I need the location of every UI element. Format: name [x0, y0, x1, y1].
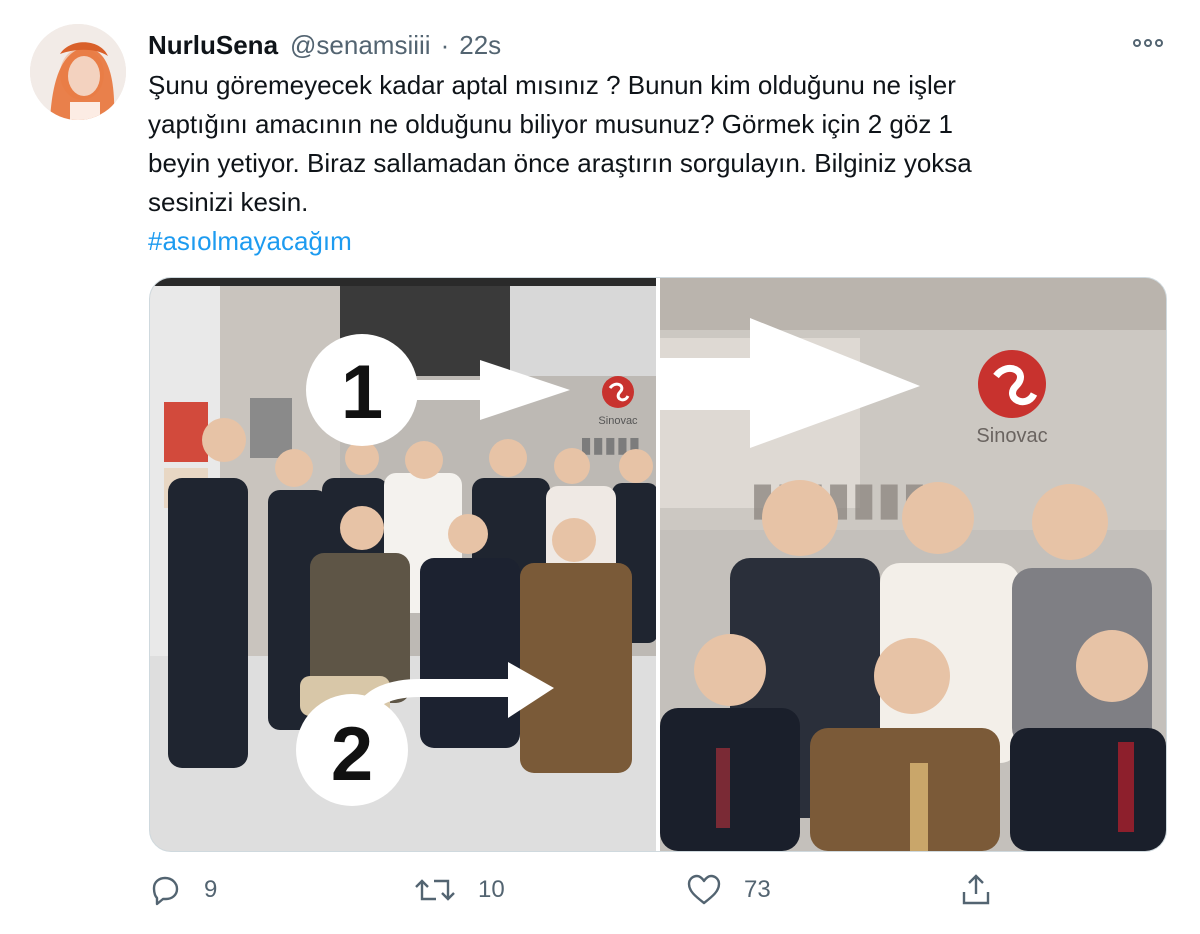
tweet-actions: 9 10 73 — [148, 866, 1158, 914]
display-name[interactable]: NurluSena — [148, 30, 278, 61]
reply-count: 9 — [204, 876, 218, 903]
like-count: 73 — [744, 876, 771, 903]
share-button[interactable] — [958, 866, 994, 914]
reply-button[interactable]: 9 — [148, 866, 217, 914]
like-button[interactable]: 73 — [686, 866, 771, 914]
tweet[interactable]: NurluSena @senamsiiii · 22s Şunu göremey… — [0, 0, 1200, 934]
annotation-label-2: 2 — [331, 712, 373, 797]
tweet-media[interactable]: Sinovac ▮▮▮▮▮ 1 2 Sinovac ▮▮▮▮▮▮▮▮ — [149, 277, 1167, 852]
annotation-label-1: 1 — [341, 350, 383, 435]
retweet-count: 10 — [478, 876, 505, 903]
reply-icon — [152, 876, 179, 906]
retweet-icon — [415, 879, 455, 901]
retweet-button[interactable]: 10 — [414, 866, 505, 914]
tweet-header: NurluSena @senamsiiii · 22s — [148, 28, 501, 62]
sinovac-logo-text-right: Sinovac — [976, 425, 1047, 447]
tweet-body: Şunu göremeyecek kadar aptal mısınız ? B… — [148, 66, 1148, 261]
user-handle[interactable]: @senamsiiii — [290, 30, 431, 61]
more-icon[interactable] — [1130, 28, 1166, 58]
hashtag-link[interactable]: #asıolmayacağım — [148, 226, 352, 256]
share-icon — [962, 874, 990, 905]
sinovac-logo-text-left: Sinovac — [598, 415, 638, 427]
heart-icon — [687, 874, 721, 905]
separator-dot: · — [440, 29, 450, 60]
avatar[interactable] — [30, 24, 126, 120]
timestamp[interactable]: 22s — [459, 30, 501, 61]
media-photo: Sinovac ▮▮▮▮▮ 1 2 Sinovac ▮▮▮▮▮▮▮▮ — [150, 278, 1166, 851]
tweet-text: Şunu göremeyecek kadar aptal mısınız ? B… — [148, 70, 972, 217]
avatar-image — [30, 24, 126, 120]
